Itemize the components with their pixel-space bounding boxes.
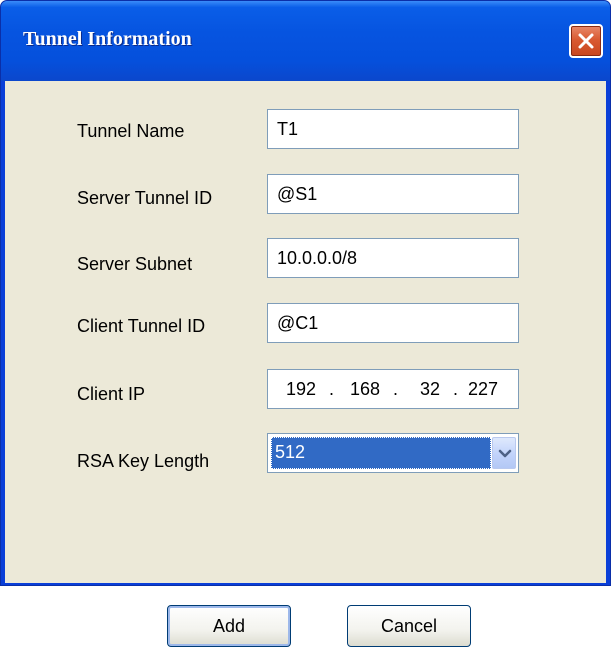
cancel-button[interactable]: Cancel [347,605,471,647]
server-tunnel-id-label: Server Tunnel ID [77,188,213,208]
ip-octet-3[interactable]: 32 [420,379,440,400]
tunnel-name-field[interactable]: T1 [267,109,519,149]
dialog-title: Tunnel Information [23,28,192,50]
ip-dot: . [453,379,459,399]
rsa-key-length-value: 512 [275,442,306,462]
ip-dot: . [329,379,335,399]
server-subnet-field[interactable]: 10.0.0.0/8 [267,238,519,278]
ip-octet-2[interactable]: 168 [350,379,380,400]
ip-octet-1[interactable]: 192 [286,379,316,400]
tunnel-name-label: Tunnel Name [77,121,185,141]
title-bar[interactable]: Tunnel Information [1,1,610,81]
dialog-body: Tunnel Name T1 Server Tunnel ID @S1 Serv… [5,81,606,647]
rsa-key-length-selected: 512 [271,437,491,469]
rsa-key-length-label: RSA Key Length [77,451,210,471]
server-subnet-value: 10.0.0.0/8 [277,248,358,268]
ip-dot: . [393,379,399,399]
client-tunnel-id-field[interactable]: @C1 [267,303,519,343]
server-subnet-label: Server Subnet [77,254,193,274]
close-icon [578,33,594,49]
close-button[interactable] [569,24,603,58]
ip-octet-4[interactable]: 227 [468,379,498,400]
client-tunnel-id-label: Client Tunnel ID [77,316,206,336]
client-ip-field[interactable]: 192 . 168 . 32 . 227 [267,369,519,409]
chevron-down-icon [498,449,512,458]
client-ip-label: Client IP [77,384,146,404]
add-button[interactable]: Add [167,605,291,647]
client-tunnel-id-value: @C1 [277,313,319,333]
dropdown-button[interactable] [492,437,516,469]
tunnel-name-value: T1 [277,119,299,139]
server-tunnel-id-value: @S1 [277,184,318,204]
rsa-key-length-select[interactable]: 512 [267,433,519,473]
server-tunnel-id-field[interactable]: @S1 [267,174,519,214]
dialog-window: Tunnel Information Tunnel Name T1 Server… [0,0,611,647]
